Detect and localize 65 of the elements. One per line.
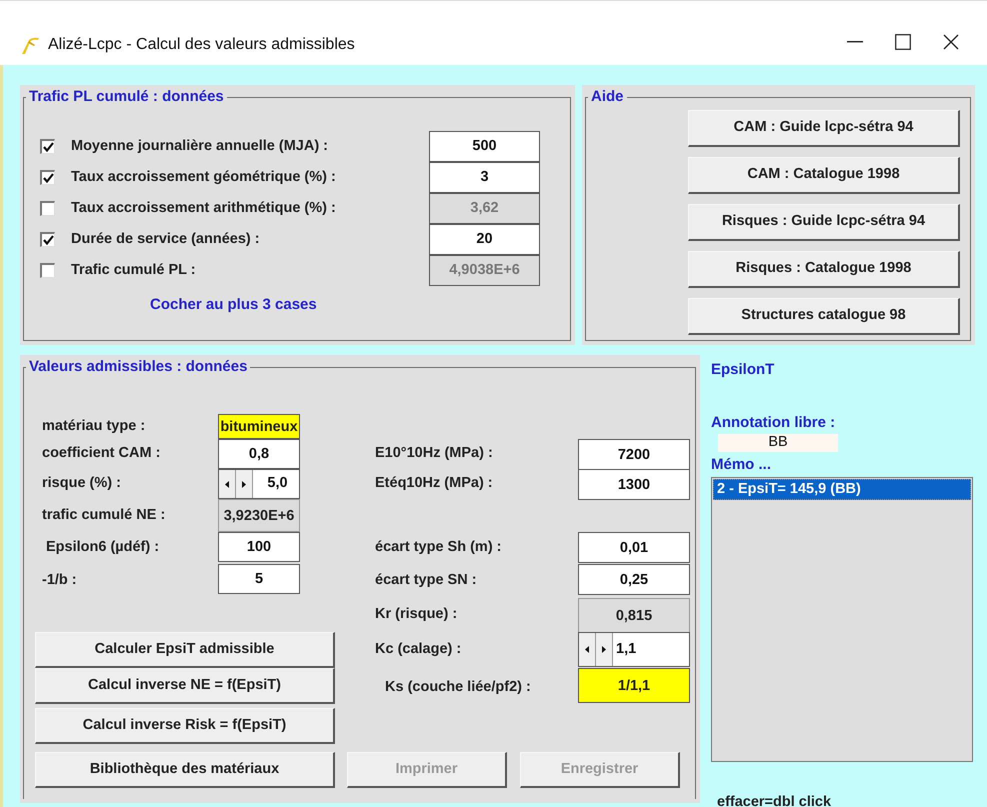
field-label: écart type SN : (375, 571, 478, 590)
close-icon[interactable] (943, 34, 959, 50)
minimize-icon[interactable] (847, 41, 863, 43)
input-field[interactable]: 7200 (578, 439, 690, 470)
left-arrow-icon[interactable] (225, 480, 229, 488)
help-button[interactable]: CAM : Guide lcpc-sétra 94 (688, 110, 960, 147)
annotation-field[interactable]: BB (718, 434, 838, 452)
checkbox[interactable] (40, 170, 55, 185)
input-field[interactable]: 0,01 (578, 532, 690, 563)
field-label: coefficient CAM : (42, 444, 162, 464)
spin-field[interactable]: 5,0 (218, 469, 300, 499)
checkbox[interactable] (40, 232, 55, 247)
memo-item[interactable]: 2 - EpsiT= 145,9 (BB) (713, 478, 971, 500)
input-field[interactable]: 0,25 (578, 564, 690, 595)
field-label: Epsilon6 (µdéf) : (46, 538, 160, 558)
field-label: E10°10Hz (MPa) : (375, 444, 494, 464)
input-field[interactable]: 500 (429, 130, 540, 162)
field-label: Taux accroissement arithmétique (%) : (71, 198, 337, 218)
input-field[interactable]: 1/1,1 (578, 668, 690, 703)
field-label: risque (%) : (42, 474, 122, 494)
input-field[interactable]: 0,815 (578, 598, 690, 633)
help-button[interactable]: Risques : Catalogue 1998 (688, 251, 960, 288)
field-label: Trafic cumulé PL : (71, 260, 197, 280)
field-label: Etéq10Hz (MPa) : (375, 474, 494, 494)
input-field[interactable]: 5 (218, 564, 300, 594)
checkbox[interactable] (40, 201, 55, 216)
action-button[interactable]: Calcul inverse NE = f(EpsiT) (35, 668, 335, 704)
field-label: Moyenne journalière annuelle (MJA) : (71, 136, 330, 156)
input-field[interactable]: 20 (429, 224, 540, 254)
help-button[interactable]: Structures catalogue 98 (688, 298, 960, 335)
field-label: matériau type : (42, 416, 146, 436)
field-label: Kr (risque) : (375, 605, 458, 624)
action-button[interactable]: Calcul inverse Risk = f(EpsiT) (35, 708, 335, 744)
action-button[interactable]: Calculer EpsiT admissible (35, 632, 335, 668)
field-label: Durée de service (années) : (71, 230, 261, 249)
memo-list[interactable]: 2 - EpsiT= 145,9 (BB) (711, 476, 973, 762)
action-button[interactable]: Bibliothèque des matériaux (35, 752, 335, 788)
field-label: Kc (calage) : (375, 640, 462, 660)
hint-text: Cocher au plus 3 cases (150, 295, 317, 315)
input-field[interactable]: bitumineux (218, 414, 300, 439)
hint-text: effacer=dbl click (717, 792, 832, 807)
help-button[interactable]: CAM : Catalogue 1998 (688, 157, 960, 194)
right-arrow-icon[interactable] (602, 646, 606, 653)
field-label: écart type Sh (m) : (375, 538, 502, 558)
annotation-label: Annotation libre : (711, 412, 836, 432)
field-label: -1/b : (42, 571, 78, 590)
memo-label: Mémo ... (711, 455, 772, 475)
checkbox[interactable] (40, 139, 55, 154)
spin-field[interactable]: 1,1 (578, 632, 690, 667)
field-label: trafic cumulé NE : (42, 506, 166, 525)
input-field[interactable]: 0,8 (218, 439, 300, 469)
app-icon (20, 36, 40, 54)
left-arrow-icon[interactable] (585, 646, 589, 653)
checkbox[interactable] (40, 263, 55, 278)
field-label: Taux accroissement géométrique (%) : (71, 168, 337, 187)
input-field[interactable]: 3,9230E+6 (218, 499, 300, 532)
input-field[interactable]: 100 (218, 532, 300, 562)
help-button[interactable]: Risques : Guide lcpc-sétra 94 (688, 204, 960, 241)
result-label: EpsilonT (711, 360, 776, 380)
maximize-icon[interactable] (895, 34, 911, 50)
input-field[interactable]: 3 (429, 162, 540, 192)
right-arrow-icon[interactable] (242, 480, 246, 488)
window-title: Alizé-Lcpc - Calcul des valeurs admissibles (48, 35, 355, 55)
input-field[interactable]: 1300 (578, 469, 690, 500)
field-label: Ks (couche liée/pf2) : (385, 678, 532, 698)
